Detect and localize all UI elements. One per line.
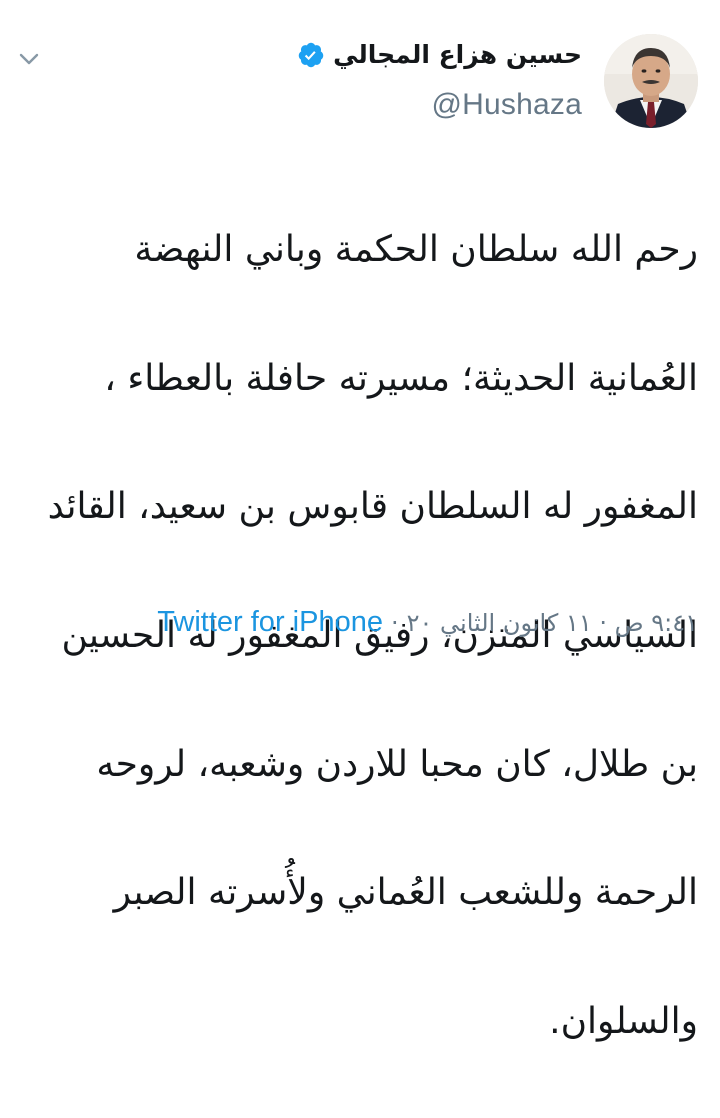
meta-separator: · <box>390 608 399 637</box>
tweet-text-line: رحم الله سلطان الحكمة وباني النهضة <box>134 229 698 271</box>
tweet-text-line: الرحمة وللشعب العُماني ولأُسرته الصبر <box>113 872 698 914</box>
source-link[interactable]: Twitter for iPhone <box>157 606 383 639</box>
author-name[interactable]: حسين هزاع المجالي <box>333 40 582 70</box>
tweet-text-line: بن طلال، كان محبا للاردن وشعبه، لروحه <box>96 743 698 785</box>
tweet-text-line: العُمانية الحديثة؛ مسيرته حافلة بالعطاء … <box>104 357 698 399</box>
tweet-text-line: المغفور له السلطان قابوس بن سعيد، القائد <box>47 486 698 528</box>
tweet-timestamp[interactable]: ٩:٤١ ص · ١١ كانون الثاني ٢٠ <box>407 609 698 637</box>
chevron-down-icon[interactable] <box>18 52 40 66</box>
avatar[interactable] <box>604 34 698 128</box>
verified-badge-icon <box>298 42 324 68</box>
tweet-text-line: والسلوان. <box>549 1000 698 1042</box>
author-handle[interactable]: @Hushaza <box>432 88 582 122</box>
author-block[interactable]: حسين هزاع المجالي <box>297 40 582 70</box>
tweet-card: حسين هزاع المجالي @Hushaza رحم الله سلطا… <box>0 0 720 1042</box>
tweet-meta: Twitter for iPhone · ٩:٤١ ص · ١١ كانون ا… <box>157 606 698 639</box>
